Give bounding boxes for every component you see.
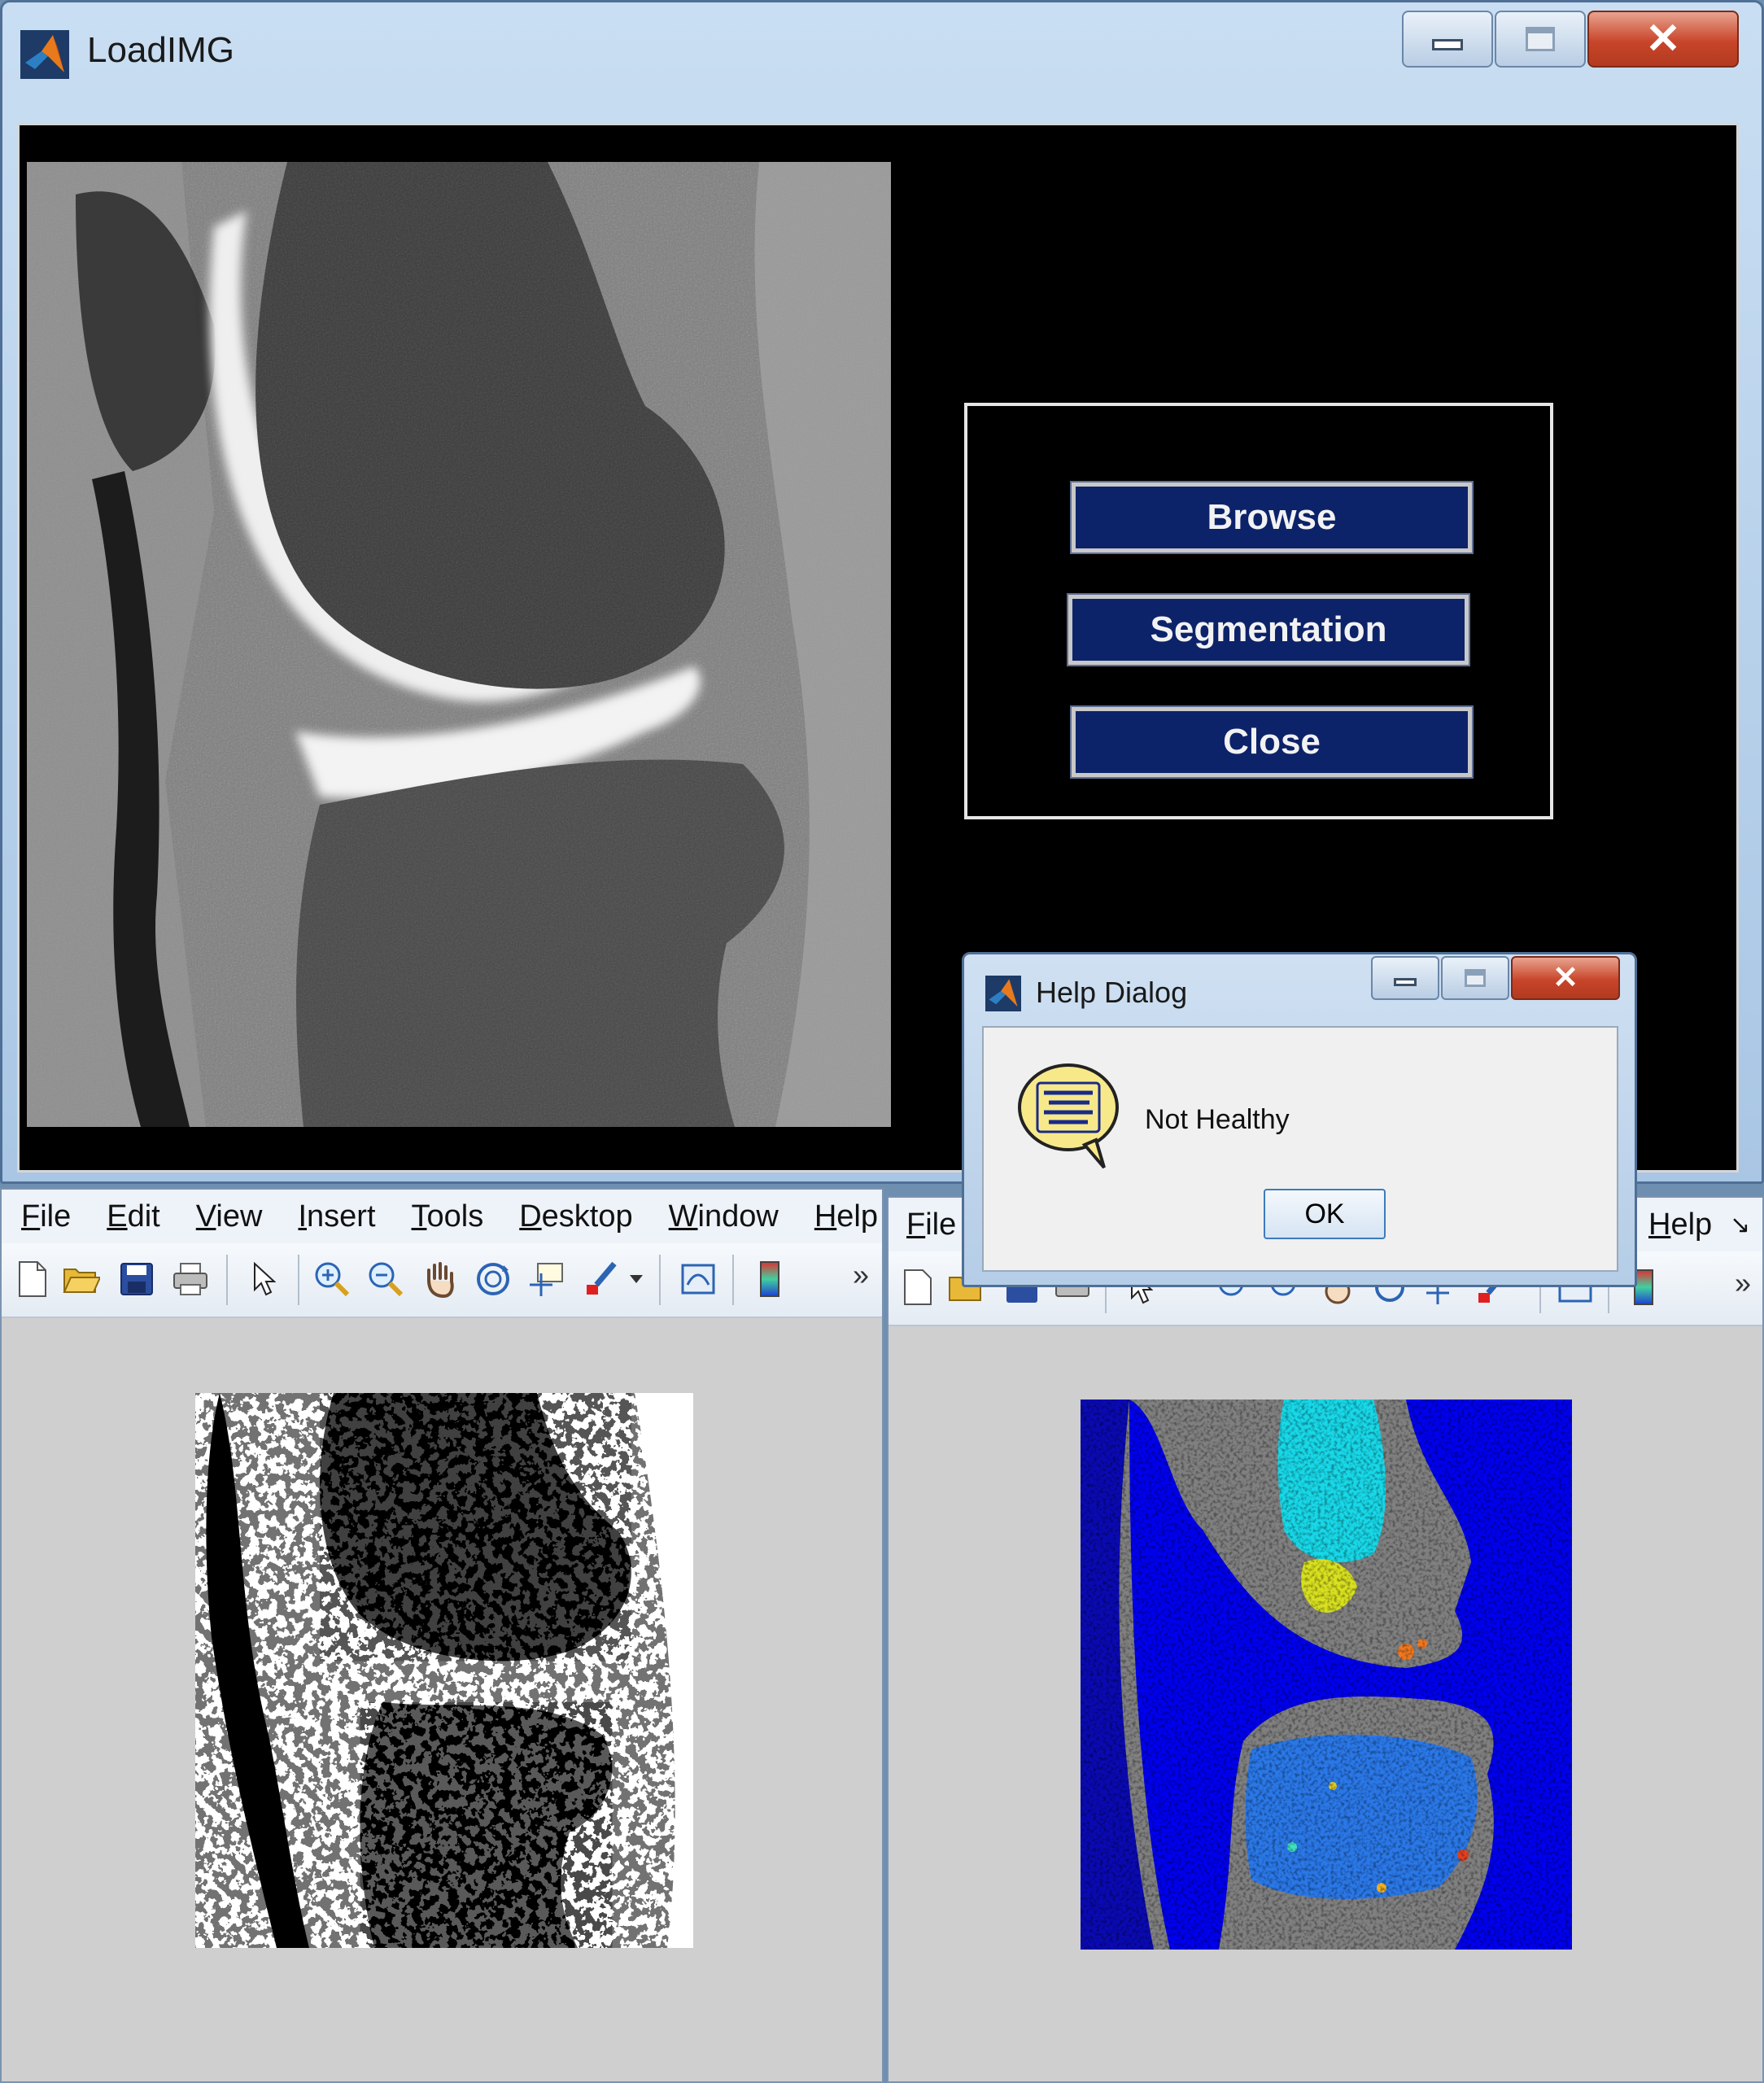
brush-dropdown-icon[interactable] (625, 1258, 648, 1300)
new-file-icon[interactable] (897, 1266, 939, 1308)
window-title: LoadIMG (87, 30, 234, 70)
dialog-message: Not Healthy (1145, 1104, 1290, 1135)
open-folder-icon[interactable] (60, 1258, 103, 1300)
help-speech-bubble-icon (1011, 1049, 1122, 1171)
data-cursor-icon[interactable] (526, 1258, 568, 1300)
menu-file[interactable]: File (2, 1199, 89, 1234)
minimize-icon (1394, 978, 1417, 986)
pointer-icon[interactable] (242, 1258, 285, 1300)
figure-window-binary: File Edit View Insert Tools Desktop Wind… (0, 1188, 924, 2083)
segmentation-button[interactable]: Segmentation (1067, 593, 1470, 666)
matlab-logo-icon (20, 30, 69, 79)
close-icon: ✕ (1552, 961, 1578, 995)
menu-window[interactable]: Window (651, 1199, 797, 1234)
dialog-title: Help Dialog (1036, 976, 1188, 1009)
close-window-button[interactable]: ✕ (1587, 11, 1739, 68)
dialog-minimize-button[interactable] (1371, 956, 1439, 1000)
more-chevron-icon[interactable]: » (853, 1258, 869, 1292)
new-file-icon[interactable] (11, 1258, 54, 1300)
dock-arrow-icon-right[interactable]: ↘ (1730, 1211, 1750, 1239)
help-dialog: Help Dialog ✕ Not Healthy OK (962, 952, 1637, 1287)
save-icon[interactable] (116, 1258, 158, 1300)
print-icon[interactable] (169, 1258, 212, 1300)
menu-edit[interactable]: Edit (89, 1199, 178, 1234)
menu-help[interactable]: Help (797, 1199, 896, 1234)
dialog-close-button[interactable]: ✕ (1511, 956, 1620, 1000)
menu-desktop[interactable]: Desktop (501, 1199, 650, 1234)
menu-view[interactable]: View (178, 1199, 281, 1234)
figure-toolbar: » (2, 1243, 882, 1318)
maximize-icon (1526, 27, 1555, 51)
minimize-icon (1432, 39, 1463, 50)
figure-window-colormap: File Help ↘ » (887, 1196, 1764, 2083)
close-button[interactable]: Close (1070, 705, 1474, 779)
more-chevron-icon[interactable]: » (1735, 1266, 1751, 1300)
binary-segmentation-image (195, 1393, 693, 1948)
zoom-in-icon[interactable] (311, 1258, 353, 1300)
ok-button[interactable]: OK (1264, 1189, 1386, 1239)
link-plot-icon[interactable] (677, 1258, 719, 1300)
close-icon: ✕ (1645, 15, 1681, 63)
browse-button[interactable]: Browse (1070, 481, 1474, 554)
menu-tools[interactable]: Tools (394, 1199, 502, 1234)
zoom-out-icon[interactable] (365, 1258, 407, 1300)
original-mri-image (27, 162, 891, 1127)
maximize-button[interactable] (1495, 11, 1586, 68)
brush-icon[interactable] (579, 1258, 622, 1300)
matlab-logo-icon (985, 976, 1021, 1011)
menu-help-right[interactable]: Help (1631, 1207, 1730, 1242)
pan-hand-icon[interactable] (418, 1258, 461, 1300)
menu-insert[interactable]: Insert (280, 1199, 393, 1234)
dialog-maximize-button[interactable] (1441, 956, 1509, 1000)
control-panel: Browse Segmentation Close (964, 403, 1553, 819)
minimize-button[interactable] (1402, 11, 1493, 68)
rotate-3d-icon[interactable] (472, 1258, 514, 1300)
menu-bar: File Edit View Insert Tools Desktop Wind… (2, 1190, 924, 1243)
colormap-segmentation-image (1081, 1400, 1572, 1950)
colorbar-icon[interactable] (749, 1258, 791, 1300)
maximize-icon (1465, 969, 1486, 987)
dialog-client-area: Not Healthy OK (982, 1026, 1618, 1272)
